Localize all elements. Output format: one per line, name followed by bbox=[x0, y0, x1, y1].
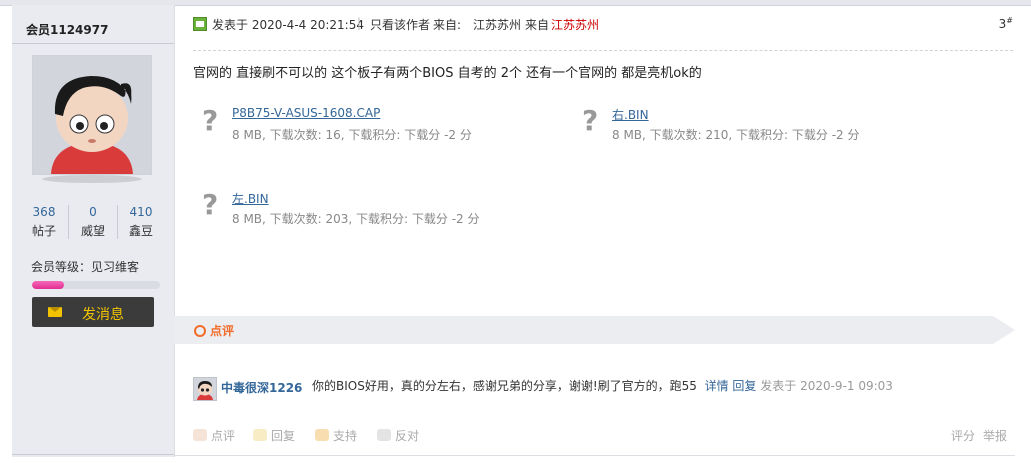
attachment-2-meta: 8 MB, 下载次数: 210, 下载积分: 下载分 -2 分 bbox=[612, 128, 860, 142]
from-location: 江苏苏州 bbox=[473, 18, 522, 32]
stat-coins[interactable]: 410 鑫豆 bbox=[117, 205, 165, 239]
cartoon-face-icon bbox=[33, 56, 151, 174]
floor-number[interactable]: 3# bbox=[999, 16, 1013, 31]
stat-prestige-value[interactable]: 0 bbox=[69, 205, 117, 219]
reply-bubble-icon bbox=[253, 429, 267, 441]
comment-bubble-icon bbox=[193, 429, 207, 441]
floor-suffix: # bbox=[1006, 16, 1013, 25]
author-avatar[interactable] bbox=[32, 55, 152, 175]
comment-detail-link[interactable]: 详情 bbox=[705, 379, 729, 393]
commenter-username[interactable]: 中毒很深1226 bbox=[221, 379, 302, 396]
send-message-label: 发消息 bbox=[82, 307, 124, 323]
author-stats: 368 帖子 0 威望 410 鑫豆 bbox=[20, 205, 166, 243]
unknown-file-icon: ? bbox=[202, 104, 219, 137]
stat-prestige[interactable]: 0 威望 bbox=[68, 205, 118, 239]
envelope-icon bbox=[48, 307, 62, 317]
attachment-3-link[interactable]: 左.BIN bbox=[232, 190, 269, 207]
attachment-2-link[interactable]: 右.BIN bbox=[612, 106, 649, 123]
commenter-avatar[interactable] bbox=[193, 377, 217, 401]
author-sidebar: 会员1124977 368 帖子 0 威望 410 鑫豆 会员等级：见习维客 发… bbox=[12, 5, 175, 457]
comment-date: 发表于 2020-9-1 09:03 bbox=[760, 379, 893, 393]
author-username[interactable]: 会员1124977 bbox=[26, 21, 108, 38]
stat-coins-label: 鑫豆 bbox=[128, 224, 153, 238]
level-progress-fill bbox=[32, 281, 64, 289]
post-bottom-border bbox=[174, 455, 1015, 456]
rating-section-header: 点评 bbox=[174, 316, 1015, 344]
post-actions: 点评 回复 支持 反对 评分 举报 bbox=[193, 427, 1013, 445]
header-divider bbox=[193, 50, 1013, 51]
circle-icon bbox=[194, 325, 206, 337]
cartoon-face-icon bbox=[194, 378, 216, 400]
action-comment[interactable]: 点评 bbox=[193, 427, 235, 444]
post-status-icon bbox=[193, 17, 207, 31]
post-content: 官网的 直接刷不可以的 这个板子有两个BIOS 自考的 2个 还有一个官网的 都… bbox=[193, 66, 702, 81]
member-level: 会员等级：见习维客 bbox=[31, 260, 140, 274]
comment-reply-link[interactable]: 回复 bbox=[732, 379, 756, 393]
unknown-file-icon: ? bbox=[202, 188, 219, 221]
stat-posts[interactable]: 368 帖子 bbox=[20, 205, 68, 239]
from-label: 来自: bbox=[433, 18, 462, 32]
attachment-3-meta: 8 MB, 下载次数: 203, 下载积分: 下载分 -2 分 bbox=[232, 212, 480, 226]
action-support[interactable]: 支持 bbox=[315, 427, 357, 444]
rating-title: 点评 bbox=[210, 324, 235, 338]
stat-prestige-label: 威望 bbox=[80, 224, 105, 238]
action-reply[interactable]: 回复 bbox=[253, 427, 295, 444]
stat-coins-value[interactable]: 410 bbox=[117, 205, 165, 219]
author-name-bar: 会员1124977 bbox=[12, 11, 174, 44]
comment-item: 中毒很深1226 你的BIOS好用，真的分左右，感谢兄弟的分享，谢谢!刷了官方的… bbox=[193, 375, 1013, 401]
action-support-label: 支持 bbox=[333, 429, 358, 443]
from-label-2: 来自 bbox=[525, 18, 550, 32]
sidebar-bottom-divider bbox=[12, 454, 174, 458]
level-progress-bar bbox=[32, 281, 160, 289]
action-comment-label: 点评 bbox=[211, 429, 236, 443]
action-rate[interactable]: 评分 bbox=[951, 427, 975, 444]
action-reply-label: 回复 bbox=[271, 429, 296, 443]
action-oppose-label: 反对 bbox=[395, 429, 420, 443]
thumbs-down-icon bbox=[377, 429, 391, 441]
comment-text: 你的BIOS好用，真的分左右，感谢兄弟的分享，谢谢!刷了官方的，跑55 bbox=[312, 379, 697, 393]
tab-corner-decoration bbox=[993, 316, 1015, 344]
avatar-shadow bbox=[42, 175, 142, 183]
from-location-red: 江苏苏州 bbox=[551, 18, 600, 32]
stat-posts-value[interactable]: 368 bbox=[20, 205, 68, 219]
thumbs-up-icon bbox=[315, 429, 329, 441]
send-message-button[interactable]: 发消息 bbox=[32, 297, 154, 327]
attachment-1-meta: 8 MB, 下载次数: 16, 下载积分: 下载分 -2 分 bbox=[232, 128, 472, 142]
action-report[interactable]: 举报 bbox=[983, 427, 1007, 444]
comment-body: 你的BIOS好用，真的分左右，感谢兄弟的分享，谢谢!刷了官方的，跑55 详情 回… bbox=[312, 377, 893, 394]
post-date: 发表于 2020-4-4 20:21:54 bbox=[212, 18, 364, 32]
unknown-file-icon: ? bbox=[582, 104, 599, 137]
stat-posts-label: 帖子 bbox=[31, 224, 56, 238]
post-header: 发表于 2020-4-4 20:21:54 | 只看该作者 来自: 江苏苏州 来… bbox=[193, 14, 1013, 36]
action-oppose[interactable]: 反对 bbox=[377, 427, 419, 444]
attachment-1-link[interactable]: P8B75-V-ASUS-1608.CAP bbox=[232, 106, 380, 120]
author-only-link[interactable]: 只看该作者 bbox=[370, 16, 430, 33]
header-separator: | bbox=[357, 16, 362, 30]
